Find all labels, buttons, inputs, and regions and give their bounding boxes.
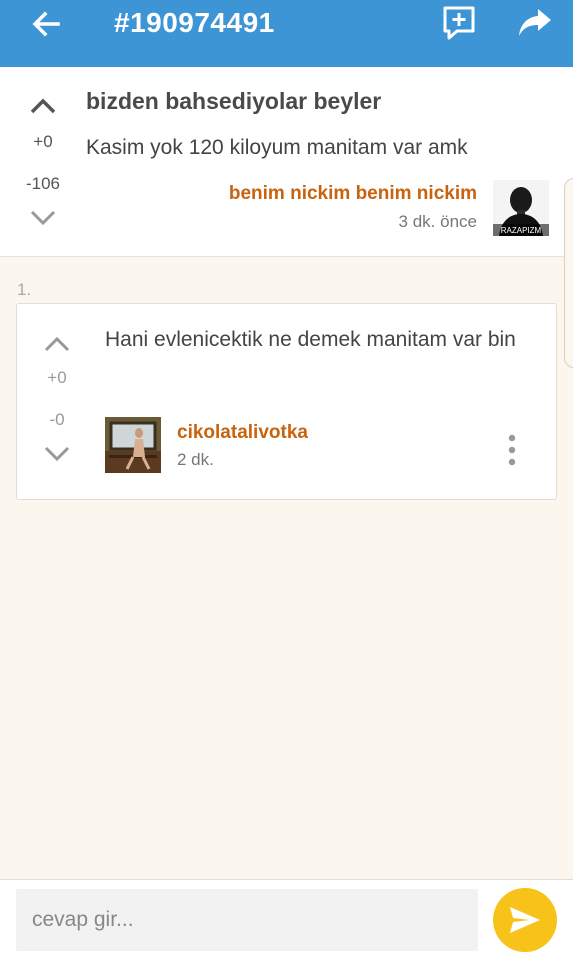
avatar[interactable]: RAZAPIZM	[493, 180, 549, 236]
upvote-count: +0	[47, 368, 67, 387]
downvote-count: -0	[49, 410, 65, 429]
upvote-icon[interactable]	[40, 332, 74, 356]
avatar-image: RAZAPIZM	[493, 180, 549, 236]
avatar-label: RAZAPIZM	[501, 226, 542, 235]
top-app-bar: #190974491	[0, 0, 573, 67]
page-title: #190974491	[114, 7, 275, 38]
entry-author[interactable]: benim nickim benim nickim	[229, 183, 477, 205]
entry-heading: bizden bahsediyolar beyler	[86, 88, 382, 114]
arrow-left-icon[interactable]	[28, 6, 64, 42]
send-icon	[510, 907, 540, 933]
reply-timestamp: 2 dk.	[177, 450, 214, 469]
share-icon[interactable]	[517, 6, 553, 40]
entry-card: +0 -106 bizden bahsediyolar beyler Kasim…	[0, 67, 573, 257]
send-button[interactable]	[493, 888, 557, 952]
upvote-count: +0	[33, 132, 53, 151]
upvote-icon[interactable]	[26, 94, 60, 118]
entry-body: Kasim yok 120 kiloyum manitam var amk	[86, 136, 468, 159]
downvote-icon[interactable]	[26, 206, 60, 230]
reply-card: +0 -0 Hani evlenicektik ne demek manitam…	[16, 303, 557, 500]
reply-composer	[0, 879, 573, 960]
downvote-icon[interactable]	[40, 442, 74, 466]
avatar-image	[105, 417, 161, 473]
reply-input[interactable]	[16, 889, 478, 951]
reply-body: Hani evlenicektik ne demek manitam var b…	[105, 328, 516, 351]
reply-author[interactable]: cikolatalivotka	[177, 422, 308, 444]
downvote-count: -106	[25, 174, 61, 193]
entry-timestamp: 3 dk. önce	[398, 212, 477, 231]
comment-add-icon[interactable]	[440, 4, 478, 42]
reply-index: 1.	[17, 280, 32, 299]
avatar[interactable]	[105, 417, 161, 473]
more-options-icon[interactable]	[502, 432, 522, 468]
side-drawer-handle[interactable]	[564, 178, 573, 368]
